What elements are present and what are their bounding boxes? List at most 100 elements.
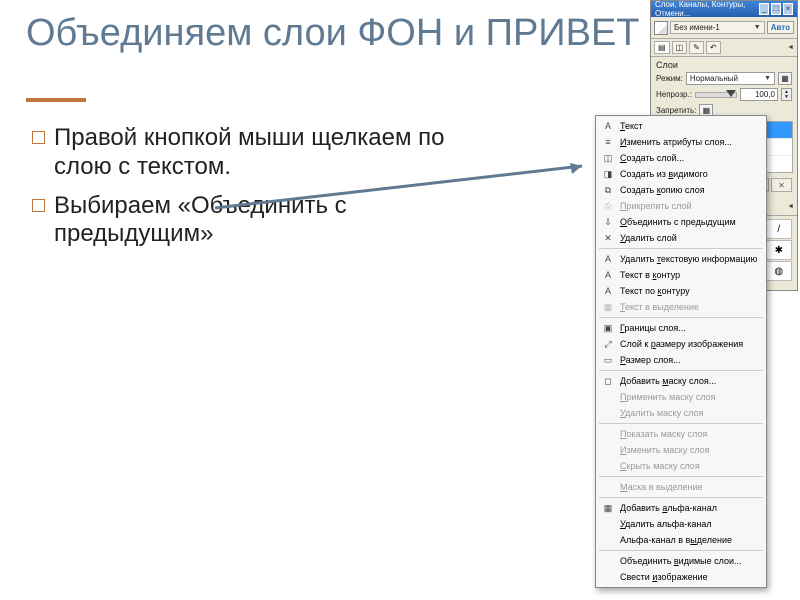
menu-item-icon: ≡ xyxy=(602,136,614,148)
menu-item-label: Создать копию слоя xyxy=(620,185,760,195)
menu-item-icon: ⧉ xyxy=(602,184,614,196)
menu-item[interactable]: Удалить альфа-канал xyxy=(596,516,766,532)
menu-item-label: Текст xyxy=(620,121,760,131)
image-thumb[interactable] xyxy=(654,21,668,35)
menu-item-icon: ⤢ xyxy=(602,338,614,350)
lock-label: Запретить: xyxy=(656,106,696,115)
menu-separator xyxy=(599,423,763,424)
menu-item[interactable]: ▦ Добавить альфа-канал xyxy=(596,500,766,516)
image-name: Без имени-1 xyxy=(674,23,720,32)
menu-item[interactable]: ▭Размер слоя... xyxy=(596,352,766,368)
image-selector-row: Без имени-1 ▼ Авто xyxy=(651,17,797,39)
menu-item: Показать маску слоя xyxy=(596,426,766,442)
menu-item-label: Удалить альфа-канал xyxy=(620,519,760,529)
menu-item[interactable]: A Текст по контуру xyxy=(596,283,766,299)
menu-item[interactable]: ◻ Добавить маску слоя... xyxy=(596,373,766,389)
delete-layer-button[interactable]: ✕ xyxy=(771,178,792,192)
menu-item-icon: A xyxy=(602,269,614,281)
brush-swatch[interactable]: ◍ xyxy=(766,261,792,281)
menu-item-icon xyxy=(602,534,614,546)
menu-item-label: Удалить слой xyxy=(620,233,760,243)
tab-menu-icon[interactable]: ◄ xyxy=(787,44,794,51)
menu-item: ▦ Текст в выделение xyxy=(596,299,766,315)
menu-item[interactable]: AТекст xyxy=(596,118,766,134)
menu-item[interactable]: ◫ Создать слой... xyxy=(596,150,766,166)
keep-transparency-button[interactable]: ▦ xyxy=(778,72,792,85)
minimize-button[interactable]: _ xyxy=(759,3,769,15)
tab-layers[interactable]: ▤ xyxy=(654,41,670,54)
menu-item-icon xyxy=(602,555,614,567)
brush-swatch[interactable]: ✱ xyxy=(766,240,792,260)
slide-title: Объединяем слои ФОН и ПРИВЕТ xyxy=(26,12,640,56)
menu-item[interactable]: Альфа-канал в выделение xyxy=(596,532,766,548)
menu-item-label: Маска в выделение xyxy=(620,482,760,492)
tab-undo[interactable]: ↶ xyxy=(706,41,721,54)
menu-item-label: Удалить маску слоя xyxy=(620,408,760,418)
menu-item-label: Создать слой... xyxy=(620,153,760,163)
menu-item-icon: ◻ xyxy=(602,375,614,387)
tab-menu-icon[interactable]: ◄ xyxy=(787,203,794,210)
menu-item-icon: ⎙ xyxy=(602,200,614,212)
menu-item-label: Текст по контуру xyxy=(620,286,760,296)
menu-separator xyxy=(599,550,763,551)
menu-item-label: Добавить маску слоя... xyxy=(620,376,760,386)
auto-button[interactable]: Авто xyxy=(767,21,794,34)
menu-item[interactable]: ▣Границы слоя... xyxy=(596,320,766,336)
dropdown-icon: ▼ xyxy=(764,75,771,82)
close-button[interactable]: × xyxy=(783,3,793,15)
menu-item-label: Изменить маску слоя xyxy=(620,445,760,455)
menu-item[interactable]: ⤢ Слой к размеру изображения xyxy=(596,336,766,352)
menu-item-icon: ◫ xyxy=(602,152,614,164)
menu-item-icon: ▭ xyxy=(602,354,614,366)
menu-item-label: Объединить видимые слои... xyxy=(620,556,760,566)
menu-item-label: Изменить атрибуты слоя... xyxy=(620,137,760,147)
menu-item[interactable]: Объединить видимые слои... xyxy=(596,553,766,569)
image-select[interactable]: Без имени-1 ▼ xyxy=(670,21,765,34)
menu-item[interactable]: ⇩ Объединить с предыдущим xyxy=(596,214,766,230)
menu-item-icon: A xyxy=(602,253,614,265)
menu-item-icon: ▦ xyxy=(602,301,614,313)
menu-item[interactable]: ◨Создать из видимого xyxy=(596,166,766,182)
menu-item-icon xyxy=(602,460,614,472)
brush-swatch[interactable]: / xyxy=(766,219,792,239)
tab-paths[interactable]: ✎ xyxy=(689,41,704,54)
maximize-button[interactable]: □ xyxy=(771,3,781,15)
menu-item-label: Объединить с предыдущим xyxy=(620,217,760,227)
menu-separator xyxy=(599,317,763,318)
menu-item[interactable]: ≡ Изменить атрибуты слоя... xyxy=(596,134,766,150)
accent-bar xyxy=(26,98,86,102)
mode-label: Режим: xyxy=(656,74,683,83)
menu-item: Скрыть маску слоя xyxy=(596,458,766,474)
menu-item-label: Слой к размеру изображения xyxy=(620,339,760,349)
opacity-slider[interactable] xyxy=(695,92,737,98)
opacity-spinner[interactable]: ▲▼ xyxy=(781,88,792,101)
menu-item[interactable]: ⧉ Создать копию слоя xyxy=(596,182,766,198)
menu-item-icon: A xyxy=(602,285,614,297)
menu-item-icon xyxy=(602,391,614,403)
menu-item-label: Границы слоя... xyxy=(620,323,760,333)
menu-item-icon xyxy=(602,428,614,440)
menu-item-icon xyxy=(602,407,614,419)
menu-item-icon: ▦ xyxy=(602,502,614,514)
opacity-value[interactable]: 100,0 xyxy=(740,88,778,101)
dropdown-icon: ▼ xyxy=(754,24,761,31)
menu-item-icon xyxy=(602,571,614,583)
menu-item[interactable]: AТекст в контур xyxy=(596,267,766,283)
menu-item[interactable]: Свести изображение xyxy=(596,569,766,585)
menu-item-label: Прикрепить слой xyxy=(620,201,760,211)
bullet-list: Правой кнопкой мыши щелкаем по слою с те… xyxy=(32,120,452,259)
dock-titlebar[interactable]: Слои, Каналы, Контуры, Отмени... _ □ × xyxy=(651,1,797,17)
menu-item-icon: ⇩ xyxy=(602,216,614,228)
menu-item-icon xyxy=(602,518,614,530)
menu-item-label: Свести изображение xyxy=(620,572,760,582)
menu-item-label: Текст в выделение xyxy=(620,302,760,312)
layers-label: Слои xyxy=(651,57,797,71)
menu-item-label: Добавить альфа-канал xyxy=(620,503,760,513)
tab-channels[interactable]: ◫ xyxy=(672,41,688,54)
mode-select[interactable]: Нормальный ▼ xyxy=(686,72,775,85)
menu-item[interactable]: ✕Удалить слой xyxy=(596,230,766,246)
dock-tabs: ▤ ◫ ✎ ↶ ◄ xyxy=(651,39,797,57)
bullet-item: Выбираем «Объединить с предыдущим» xyxy=(32,192,452,250)
menu-item[interactable]: AУдалить текстовую информацию xyxy=(596,251,766,267)
menu-item-label: Применить маску слоя xyxy=(620,392,760,402)
